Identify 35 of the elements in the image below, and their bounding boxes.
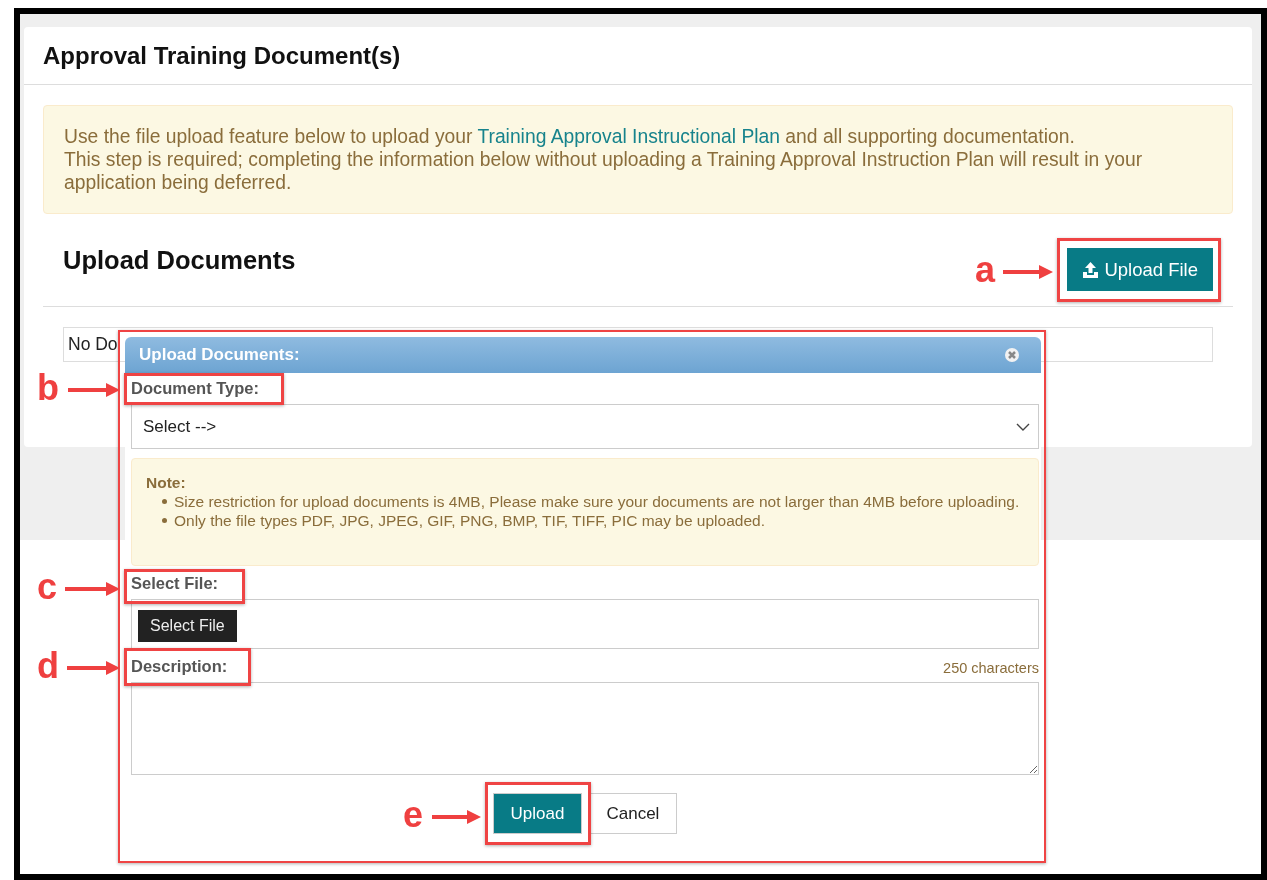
description-field[interactable] [131,682,1039,775]
page-title: Approval Training Document(s) [43,41,401,70]
note-text: Only the file types PDF, JPG, JPEG, GIF, PNG, BMP, TIF, TIFF, PIC may be uploaded. [174,511,765,530]
callout-letter: c [37,569,58,605]
file-field[interactable]: Select File [131,599,1039,649]
upload-file-button[interactable]: Upload File [1067,248,1213,291]
field-label: Select File: [131,574,219,593]
bullet-icon [162,518,167,523]
note-title: Note: [146,473,187,492]
alert-text: This step is required; completing the information below without uploading a Training Approval Instruction Plan will result in your application being deferred. [64,148,1144,194]
close-icon[interactable] [1005,348,1019,362]
arrow-icon [68,383,120,397]
callout-letter: a [975,252,996,288]
callout-letter: e [403,797,424,833]
alert-text: Use the file upload feature below to upload your Training Approval Instructional Plan and all supporting documentation. [64,125,1076,148]
upload-icon [1082,261,1100,278]
field-label: Document Type: [131,379,260,398]
callout-letter: d [37,648,59,684]
plan-link[interactable]: Training Approval Instructional Plan [477,126,780,147]
callout-letter: b [37,370,59,406]
cancel-button[interactable]: Cancel [588,793,678,834]
upload-button[interactable]: Upload [492,793,583,834]
section-heading: Upload Documents [63,246,296,275]
chevron-icon [1016,422,1030,431]
dialog-title: Upload Documents: [139,345,300,365]
note-text: Size restriction for upload documents is 4MB, Please make sure your documents are not larger than 4MB before uploading. [174,492,1020,511]
arrow-icon [432,810,481,824]
document-type-dropdown[interactable]: Select --> [131,404,1039,449]
bullet-icon [162,499,167,504]
field-label: Description: [131,657,228,676]
character-limit: 250 characters [943,660,1039,676]
arrow-icon [65,582,120,596]
arrow-icon [67,661,120,675]
select-file-button[interactable]: Select File [138,610,237,642]
arrow-icon [1003,265,1053,279]
